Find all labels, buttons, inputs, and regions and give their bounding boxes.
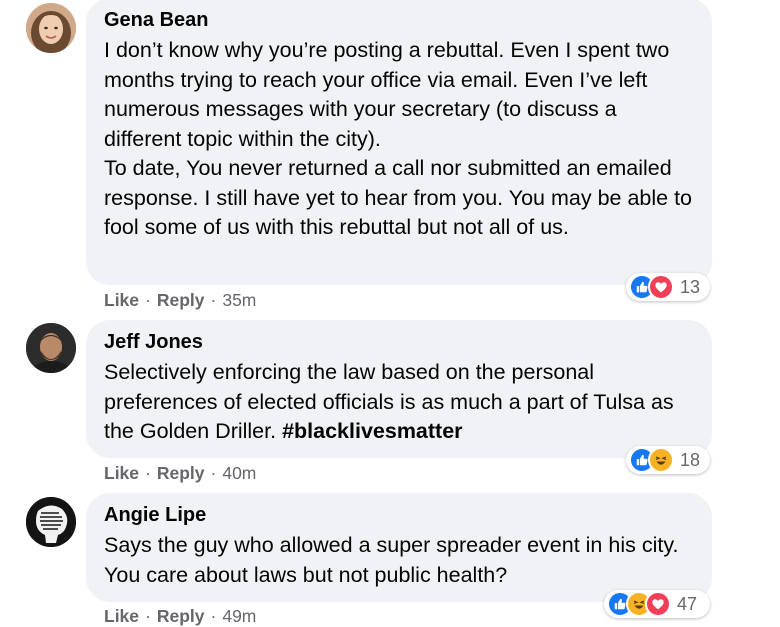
- avatar[interactable]: [26, 323, 76, 373]
- separator: ·: [210, 463, 217, 483]
- avatar-photo: [26, 497, 76, 547]
- reaction-count: 13: [680, 276, 701, 297]
- separator: ·: [210, 290, 217, 310]
- avatar-photo: [26, 323, 76, 373]
- reply-link[interactable]: Reply: [157, 290, 205, 310]
- separator: ·: [210, 606, 217, 626]
- reaction-count: 47: [677, 593, 698, 614]
- comment-author[interactable]: Angie Lipe: [104, 503, 694, 527]
- love-icon: [645, 591, 671, 617]
- avatar-photo: [26, 3, 76, 53]
- comment-actions: Like · Reply · 40m: [104, 462, 256, 484]
- comment-text: I don’t know why you’re posting a rebutt…: [104, 38, 693, 239]
- reply-link[interactable]: Reply: [157, 606, 205, 626]
- love-icon: [648, 274, 674, 300]
- separator: ·: [145, 463, 151, 483]
- comment-actions: Like · Reply · 35m: [104, 289, 256, 311]
- like-link[interactable]: Like: [104, 606, 139, 626]
- comment-actions: Like · Reply · 49m: [104, 605, 256, 627]
- comment-timestamp[interactable]: 40m: [222, 463, 256, 483]
- like-link[interactable]: Like: [104, 463, 139, 483]
- avatar[interactable]: [26, 3, 76, 53]
- comment-timestamp[interactable]: 49m: [222, 606, 256, 626]
- reaction-summary[interactable]: 13: [626, 273, 710, 301]
- haha-icon: [648, 447, 674, 473]
- reply-link[interactable]: Reply: [157, 463, 205, 483]
- reaction-count: 18: [680, 449, 701, 470]
- comment-text: Selectively enforcing the law based on t…: [104, 358, 694, 447]
- like-link[interactable]: Like: [104, 290, 139, 310]
- avatar[interactable]: [26, 497, 76, 547]
- separator: ·: [145, 606, 151, 626]
- comment-bubble: Gena Bean I don’t know why you’re postin…: [86, 0, 712, 285]
- comment-author[interactable]: Gena Bean: [104, 8, 694, 32]
- hashtag-link[interactable]: #blacklivesmatter: [282, 419, 462, 443]
- reaction-summary[interactable]: 18: [626, 446, 710, 474]
- comment-timestamp[interactable]: 35m: [222, 290, 256, 310]
- comment-author[interactable]: Jeff Jones: [104, 330, 694, 354]
- reaction-summary[interactable]: 47: [604, 590, 710, 618]
- comment-bubble: Angie Lipe Says the guy who allowed a su…: [86, 493, 712, 602]
- separator: ·: [145, 290, 151, 310]
- comment-bubble: Jeff Jones Selectively enforcing the law…: [86, 320, 712, 458]
- comment-text: Says the guy who allowed a super spreade…: [104, 533, 685, 587]
